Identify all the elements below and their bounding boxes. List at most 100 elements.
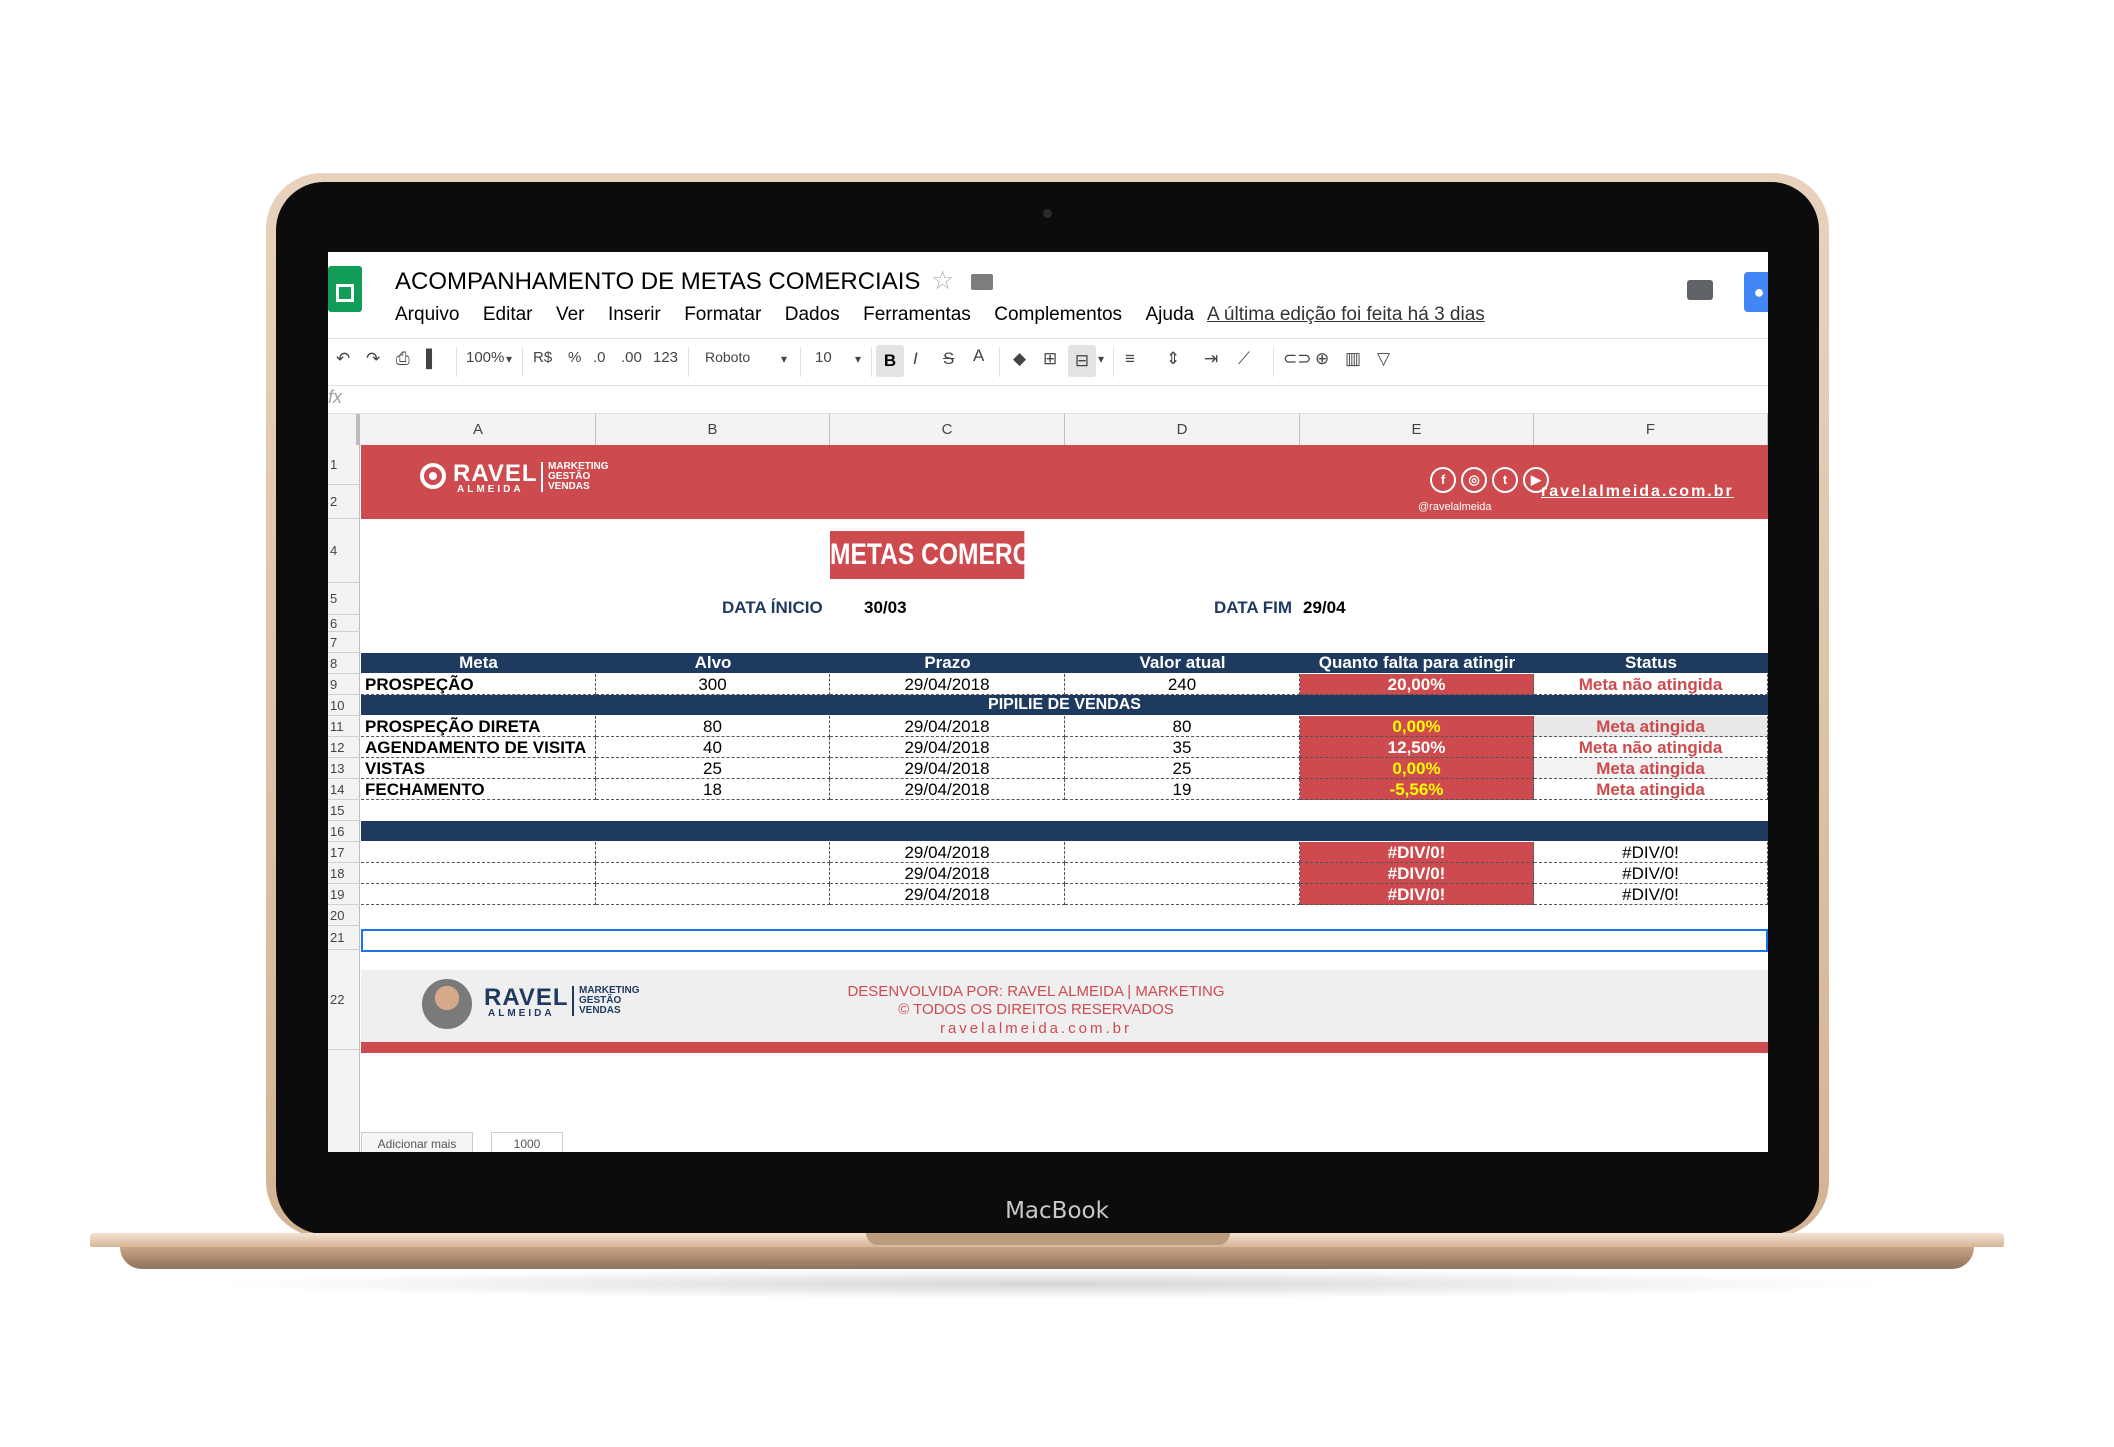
italic-button[interactable]: I: [913, 349, 918, 369]
valign-icon[interactable]: ⇕: [1166, 349, 1180, 369]
menu-ver[interactable]: Ver: [556, 304, 585, 326]
cell-prazo[interactable]: 29/04/2018: [830, 779, 1065, 800]
cell-valor[interactable]: [1065, 842, 1300, 863]
cell-falta[interactable]: 0,00%: [1300, 758, 1534, 779]
cell-alvo[interactable]: [596, 884, 830, 905]
cell-prazo[interactable]: 29/04/2018: [830, 737, 1065, 758]
row-header[interactable]: 8: [328, 653, 360, 674]
facebook-icon[interactable]: f: [1430, 467, 1456, 493]
link-icon[interactable]: ⊂⊃: [1283, 349, 1312, 369]
font-select[interactable]: Roboto: [705, 349, 750, 365]
chevron-down-icon[interactable]: ▾: [781, 352, 787, 366]
print-icon[interactable]: ⎙: [396, 349, 410, 369]
menu-complementos[interactable]: Complementos: [994, 304, 1122, 326]
row-header[interactable]: 11: [328, 716, 360, 737]
cell-valor[interactable]: 80: [1065, 716, 1300, 737]
wrap-icon[interactable]: ⇥: [1204, 349, 1218, 369]
footer-site-link[interactable]: ravelalmeida.com.br: [711, 1020, 1361, 1037]
row-header[interactable]: 9: [328, 674, 360, 695]
cell-alvo[interactable]: 25: [596, 758, 830, 779]
bold-button[interactable]: B: [876, 345, 904, 377]
row-header[interactable]: 10: [328, 695, 360, 716]
increase-decimal-button[interactable]: .00: [621, 349, 642, 366]
chart-icon[interactable]: ▥: [1345, 349, 1361, 369]
folder-icon[interactable]: [971, 274, 993, 290]
column-header-d[interactable]: D: [1065, 414, 1300, 445]
menu-editar[interactable]: Editar: [483, 304, 533, 326]
cell-valor[interactable]: 19: [1065, 779, 1300, 800]
cell-falta[interactable]: 20,00%: [1300, 674, 1534, 695]
filter-icon[interactable]: ▽: [1377, 349, 1390, 369]
paint-format-icon[interactable]: ▌: [426, 349, 438, 369]
cell-alvo[interactable]: 40: [596, 737, 830, 758]
cell-valor[interactable]: 35: [1065, 737, 1300, 758]
instagram-icon[interactable]: ◎: [1461, 467, 1487, 493]
redo-icon[interactable]: ↷: [366, 349, 380, 369]
cell-meta[interactable]: [361, 842, 596, 863]
selected-row[interactable]: [361, 929, 1768, 952]
row-header[interactable]: 12: [328, 737, 360, 758]
menu-inserir[interactable]: Inserir: [608, 304, 661, 326]
cell-falta[interactable]: #DIV/0!: [1300, 842, 1534, 863]
formula-bar[interactable]: fx: [328, 385, 1768, 414]
column-header-e[interactable]: E: [1300, 414, 1534, 445]
row-header[interactable]: 22: [328, 950, 360, 1050]
last-edit-link[interactable]: A última edição foi feita há 3 dias: [1207, 304, 1485, 326]
cell-status[interactable]: Meta atingida: [1534, 716, 1768, 737]
end-date-value[interactable]: 29/04: [1303, 598, 1346, 618]
menu-arquivo[interactable]: Arquivo: [395, 304, 459, 326]
row-header[interactable]: 16: [328, 821, 360, 842]
cell-alvo[interactable]: 80: [596, 716, 830, 737]
row-header[interactable]: 13: [328, 758, 360, 779]
cell-valor[interactable]: [1065, 863, 1300, 884]
row-header[interactable]: 17: [328, 842, 360, 863]
cell-prazo[interactable]: 29/04/2018: [830, 758, 1065, 779]
row-header[interactable]: 5: [328, 583, 360, 615]
cell-prazo[interactable]: 29/04/2018: [830, 716, 1065, 737]
cell-meta[interactable]: PROSPEÇÃO DIRETA: [361, 716, 596, 737]
chevron-down-icon[interactable]: ▾: [506, 352, 512, 366]
cell-meta[interactable]: PROSPEÇÃO: [361, 674, 596, 695]
menu-dados[interactable]: Dados: [785, 304, 840, 326]
cell-prazo[interactable]: 29/04/2018: [830, 884, 1065, 905]
decrease-decimal-button[interactable]: .0: [593, 349, 606, 366]
row-header[interactable]: 2: [328, 485, 360, 519]
row-header[interactable]: 15: [328, 800, 360, 821]
cell-falta[interactable]: 0,00%: [1300, 716, 1534, 737]
cell-status[interactable]: Meta não atingida: [1534, 674, 1768, 695]
cell-alvo[interactable]: 18: [596, 779, 830, 800]
cell-alvo[interactable]: [596, 842, 830, 863]
more-formats-button[interactable]: 123: [653, 349, 678, 366]
cell-prazo[interactable]: 29/04/2018: [830, 842, 1065, 863]
align-icon[interactable]: ≡: [1125, 349, 1135, 369]
select-all-corner[interactable]: [328, 414, 360, 445]
column-header-b[interactable]: B: [596, 414, 830, 445]
rotate-icon[interactable]: ⟋: [1238, 349, 1250, 369]
share-button[interactable]: ●: [1744, 272, 1768, 312]
font-size-select[interactable]: 10: [815, 349, 832, 366]
row-header[interactable]: 19: [328, 884, 360, 905]
star-icon[interactable]: ☆: [931, 265, 954, 296]
currency-button[interactable]: R$: [533, 349, 552, 366]
twitter-icon[interactable]: t: [1492, 467, 1518, 493]
cell-valor[interactable]: 240: [1065, 674, 1300, 695]
cell-status[interactable]: Meta atingida: [1534, 779, 1768, 800]
cell-prazo[interactable]: 29/04/2018: [830, 863, 1065, 884]
borders-icon[interactable]: ⊞: [1043, 349, 1057, 369]
row-header[interactable]: 20: [328, 905, 360, 926]
sheet-grid[interactable]: RAVEL ALMEIDA MARKETING GESTÃO VENDAS f …: [361, 445, 1768, 1152]
row-header[interactable]: 4: [328, 519, 360, 583]
cell-status[interactable]: #DIV/0!: [1534, 884, 1768, 905]
merge-cells-icon[interactable]: ⊟: [1068, 345, 1096, 377]
cell-meta[interactable]: [361, 863, 596, 884]
strikethrough-button[interactable]: S: [943, 349, 954, 369]
column-header-c[interactable]: C: [830, 414, 1065, 445]
menu-formatar[interactable]: Formatar: [684, 304, 761, 326]
fill-color-icon[interactable]: ◆: [1013, 349, 1026, 369]
cell-falta[interactable]: #DIV/0!: [1300, 884, 1534, 905]
text-color-button[interactable]: A: [973, 346, 984, 366]
row-header[interactable]: 7: [328, 632, 360, 653]
row-header[interactable]: 14: [328, 779, 360, 800]
rows-count-input[interactable]: 1000: [491, 1132, 563, 1152]
cell-meta[interactable]: FECHAMENTO: [361, 779, 596, 800]
